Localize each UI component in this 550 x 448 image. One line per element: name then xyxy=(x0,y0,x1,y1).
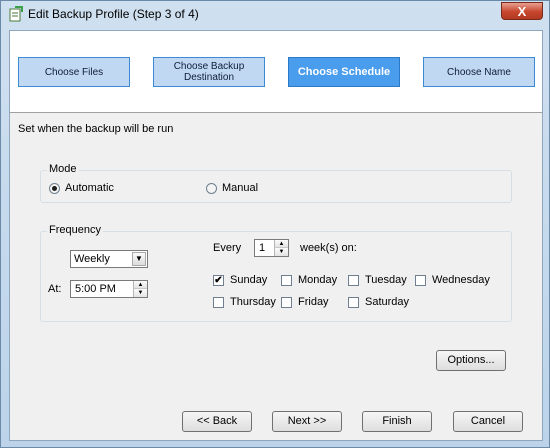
saturday-checkbox[interactable]: Saturday xyxy=(348,296,409,308)
friday-checkbox[interactable]: Friday xyxy=(281,296,329,308)
frequency-legend: Frequency xyxy=(47,224,103,236)
step-choose-backup-destination[interactable]: Choose Backup Destination xyxy=(153,57,265,87)
step-choose-name[interactable]: Choose Name xyxy=(423,57,535,87)
back-button[interactable]: << Back xyxy=(182,411,252,432)
backup-profile-window: Edit Backup Profile (Step 3 of 4) X Choo… xyxy=(0,0,550,448)
radio-selected-icon xyxy=(49,182,60,194)
weeks-on-label: week(s) on: xyxy=(300,242,357,254)
radio-unselected-icon xyxy=(206,182,217,194)
every-label: Every xyxy=(213,242,242,254)
wizard-client-area: Choose Files Choose Backup Destination C… xyxy=(9,30,543,441)
spin-up-icon[interactable]: ▲ xyxy=(274,240,288,248)
title-bar[interactable]: Edit Backup Profile (Step 3 of 4) X xyxy=(1,1,549,27)
instruction-text: Set when the backup will be run xyxy=(18,123,174,135)
step-choose-files[interactable]: Choose Files xyxy=(18,57,130,87)
thursday-checkbox[interactable]: Thursday xyxy=(213,296,276,308)
close-button[interactable]: X xyxy=(501,2,543,20)
checkmark-icon: ✔ xyxy=(213,274,224,286)
at-label: At: xyxy=(48,283,62,295)
every-weeks-stepper[interactable]: 1 ▲ ▼ xyxy=(254,239,289,257)
mode-legend: Mode xyxy=(47,163,79,175)
options-button[interactable]: Options... xyxy=(436,350,506,371)
next-button[interactable]: Next >> xyxy=(272,411,342,432)
step-choose-schedule[interactable]: Choose Schedule xyxy=(288,57,400,87)
close-icon: X xyxy=(517,4,527,19)
window-title: Edit Backup Profile (Step 3 of 4) xyxy=(28,7,199,21)
frequency-group: Frequency Weekly ▼ At: 5:00 PM ▲ ▼ Every… xyxy=(40,224,512,322)
finish-button[interactable]: Finish xyxy=(362,411,432,432)
spin-down-icon[interactable]: ▼ xyxy=(274,248,288,256)
frequency-period-select[interactable]: Weekly ▼ xyxy=(70,250,148,268)
spin-up-icon[interactable]: ▲ xyxy=(133,281,147,289)
cancel-button[interactable]: Cancel xyxy=(453,411,523,432)
wizard-steps-bar: Choose Files Choose Backup Destination C… xyxy=(10,31,542,113)
time-stepper[interactable]: 5:00 PM ▲ ▼ xyxy=(70,280,148,298)
manual-radio[interactable]: Manual xyxy=(206,182,258,194)
chevron-down-icon[interactable]: ▼ xyxy=(132,252,146,266)
spin-down-icon[interactable]: ▼ xyxy=(133,289,147,297)
automatic-radio[interactable]: Automatic xyxy=(49,182,114,194)
backup-app-icon xyxy=(9,6,23,22)
tuesday-checkbox[interactable]: Tuesday xyxy=(348,274,407,286)
sunday-checkbox[interactable]: ✔ Sunday xyxy=(213,274,267,286)
monday-checkbox[interactable]: Monday xyxy=(281,274,337,286)
mode-group: Mode Automatic Manual xyxy=(40,163,512,203)
wednesday-checkbox[interactable]: Wednesday xyxy=(415,274,490,286)
